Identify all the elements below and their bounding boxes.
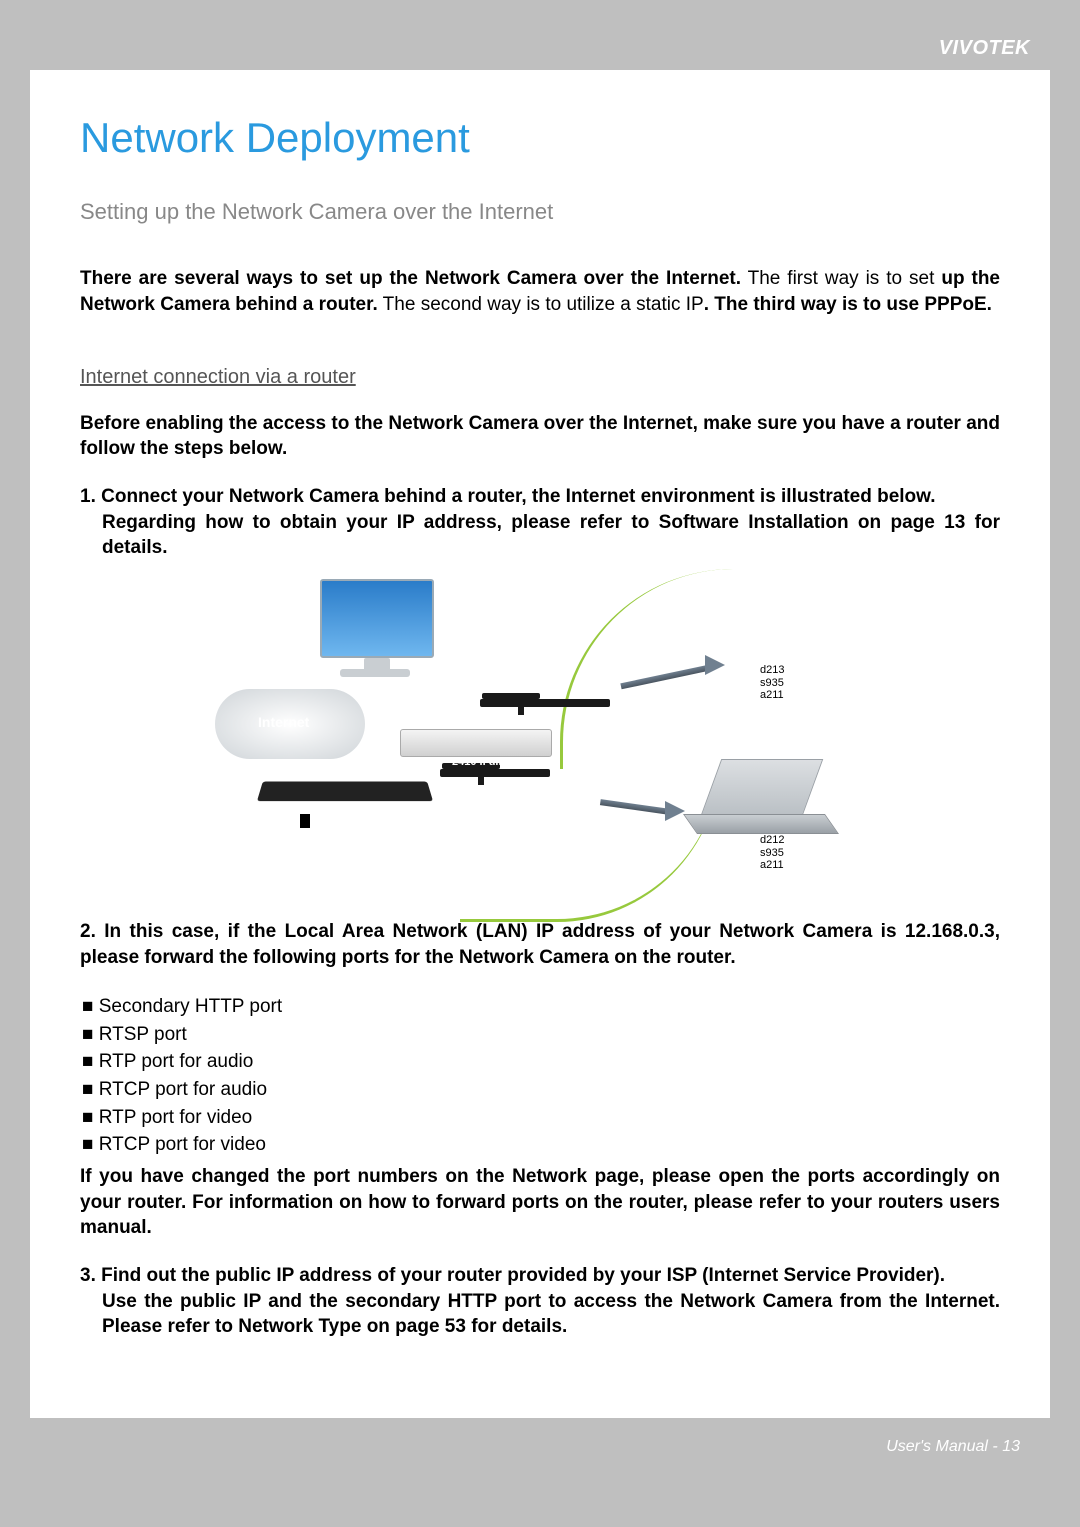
port-note: If you have changed the port numbers on … xyxy=(80,1164,1000,1241)
page: VIVOTEK Network Deployment Setting up th… xyxy=(0,0,1080,1527)
page-title: Network Deployment xyxy=(80,110,1000,167)
cam1-s: s935 xyxy=(760,677,784,690)
intro-text-2: The second way is to utilize a static IP xyxy=(378,294,704,315)
camera-2-icon xyxy=(440,769,550,777)
intro-bold-3: . The third way is to use PPPoE. xyxy=(704,294,992,315)
internet-cloud-label: Internet xyxy=(258,713,309,732)
step-2: 2. In this case, if the Local Area Netwo… xyxy=(80,919,1000,970)
page-footer: User's Manual - 13 xyxy=(30,1418,1050,1458)
lap-a: a211 xyxy=(760,859,784,872)
port-item: ■ RTCP port for audio xyxy=(82,1077,1000,1103)
lap-s: s935 xyxy=(760,847,784,860)
step-3-line-1: 3. Find out the public IP address of you… xyxy=(80,1263,1000,1289)
camera-1-icon xyxy=(480,699,610,707)
content-sheet: Network Deployment Setting up the Networ… xyxy=(30,70,1050,1418)
laptop-icon xyxy=(690,759,830,839)
monitor-base xyxy=(340,669,410,677)
camera-1-labels: d213 s935 a211 xyxy=(760,664,784,702)
monitor-icon xyxy=(320,579,434,658)
page-subtitle: Setting up the Network Camera over the I… xyxy=(80,197,1000,227)
port-item: ■ RTCP port for video xyxy=(82,1132,1000,1158)
camera-2-label: 2410 II dIlnn xyxy=(452,756,515,769)
network-diagram: Internet d213 s935 a211 2410 II dIlnn xyxy=(200,579,880,889)
port-item: ■ RTP port for video xyxy=(82,1105,1000,1131)
modem-foot xyxy=(300,814,310,828)
brand-header: VIVOTEK xyxy=(30,30,1050,70)
lap-d: d212 xyxy=(760,834,784,847)
router-icon xyxy=(400,729,552,757)
intro-text-1: The first way is to set xyxy=(741,268,941,289)
laptop-labels: d212 s935 a211 xyxy=(760,834,784,872)
step-3-line-2: Use the public IP and the secondary HTTP… xyxy=(102,1289,1000,1340)
cam1-a: a211 xyxy=(760,689,784,702)
arrow-1-head-icon xyxy=(705,655,725,675)
before-note: Before enabling the access to the Networ… xyxy=(80,411,1000,462)
section-heading: Internet connection via a router xyxy=(80,364,356,391)
step-1-line-1: 1. Connect your Network Camera behind a … xyxy=(80,484,1000,510)
port-item: ■ RTP port for audio xyxy=(82,1049,1000,1075)
intro-paragraph: There are several ways to set up the Net… xyxy=(80,266,1000,317)
port-item: ■ RTSP port xyxy=(82,1022,1000,1048)
cam1-d: d213 xyxy=(760,664,784,677)
port-item: ■ Secondary HTTP port xyxy=(82,994,1000,1020)
modem-icon xyxy=(257,781,433,801)
arrow-2-head-icon xyxy=(665,801,685,821)
step-1-line-2: Regarding how to obtain your IP address,… xyxy=(102,510,1000,561)
port-list: ■ Secondary HTTP port ■ RTSP port ■ RTP … xyxy=(82,994,1000,1158)
intro-bold-1: There are several ways to set up the Net… xyxy=(80,268,741,289)
